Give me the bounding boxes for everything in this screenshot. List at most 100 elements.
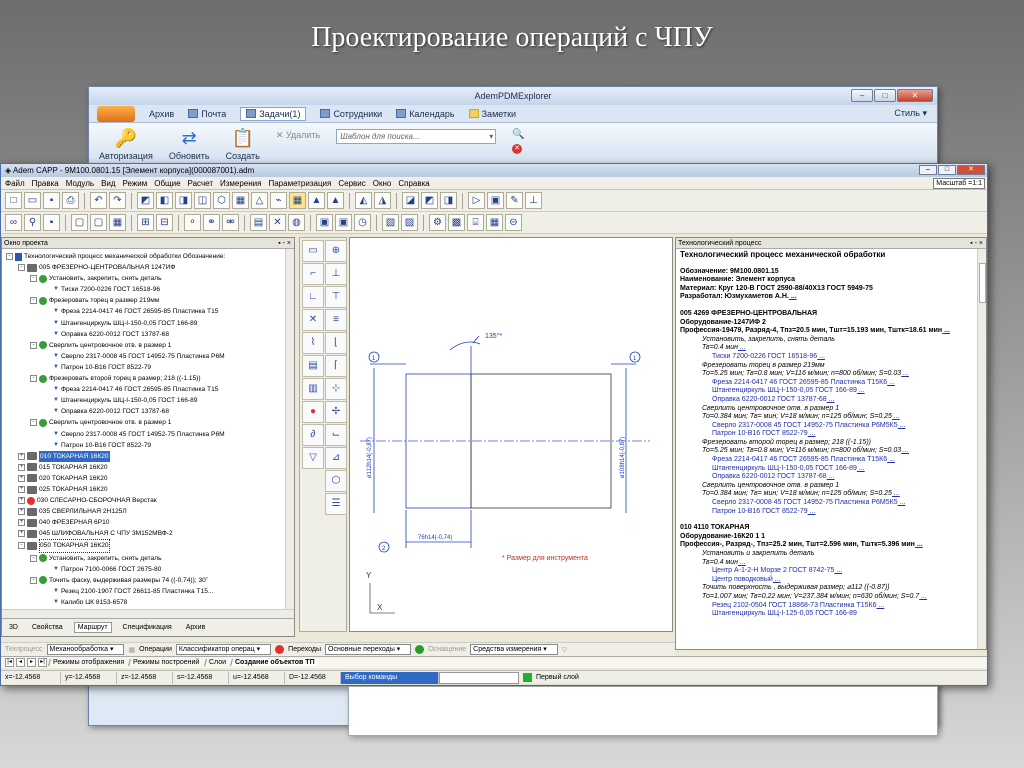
expand-icon[interactable]: +: [18, 530, 25, 538]
ops-stop-icon[interactable]: [275, 645, 285, 654]
tech-scrollbar[interactable]: [977, 249, 986, 649]
tool-x-icon[interactable]: ⊞: [137, 214, 154, 231]
tool-o-icon[interactable]: ▷: [468, 192, 485, 209]
tool-l-icon[interactable]: ◪: [402, 192, 419, 209]
tool-am-icon[interactable]: ⌸: [467, 214, 484, 231]
tree-item[interactable]: ▼ Калибр ЦК 8153-6578: [4, 597, 294, 604]
ops-combo[interactable]: Классификатор операц ▾: [175, 644, 272, 655]
tree-item[interactable]: - Сверлить центровочное отв. в размер 1: [4, 340, 294, 351]
tool-side-a-icon[interactable]: ▥: [302, 378, 324, 400]
tool-v-icon[interactable]: ▢: [90, 214, 107, 231]
tool-aa-icon[interactable]: ⚭: [203, 214, 220, 231]
tree-item[interactable]: +010 ТОКАРНАЯ 16К20: [4, 450, 294, 462]
tree-item[interactable]: ▼ Тиски 7200-0226 ГОСТ 16518-96: [4, 284, 294, 295]
details-link[interactable]: ...: [901, 370, 909, 377]
tool-m-icon[interactable]: ◩: [421, 192, 438, 209]
expand-icon[interactable]: +: [18, 497, 25, 505]
minimize-button[interactable]: –: [851, 89, 873, 102]
tab-archive[interactable]: Архив: [183, 623, 209, 632]
details-link[interactable]: ...: [898, 422, 906, 429]
tree-item[interactable]: ▼ Резец 2100-1907 ГОСТ 26611-85 Пластинка…: [4, 586, 294, 597]
tool-p-icon[interactable]: ▣: [487, 192, 504, 209]
minimize-button[interactable]: –: [919, 165, 937, 175]
tool-ao-icon[interactable]: ⊖: [505, 214, 522, 231]
menu-window[interactable]: Окно: [373, 177, 392, 189]
collapse-icon[interactable]: -: [30, 375, 37, 383]
tree-item[interactable]: ▼ Фреза 2214-0417 46 ГОСТ 26595-85 Пласти…: [4, 384, 294, 395]
tree-item[interactable]: - 005 ФРЕЗЕРНО-ЦЕНТРОВАЛЬНАЯ 1247ИФ: [4, 262, 294, 273]
menu-service[interactable]: Сервис: [338, 177, 365, 189]
next-tab-button[interactable]: ▸: [27, 658, 36, 667]
grid-icon[interactable]: ▦: [289, 192, 306, 209]
new-file-icon[interactable]: □: [5, 192, 22, 209]
menu-calc[interactable]: Расчет: [188, 177, 213, 189]
tool-u-icon[interactable]: ▢: [71, 214, 88, 231]
expand-icon[interactable]: +: [18, 519, 25, 527]
tool-j-icon[interactable]: ◭: [355, 192, 372, 209]
first-tab-button[interactable]: |◂: [5, 658, 14, 667]
close-button[interactable]: ✕: [897, 89, 933, 102]
details-link[interactable]: ...: [827, 473, 835, 480]
tool-side-h-icon[interactable]: ☰: [325, 493, 347, 515]
open-file-icon[interactable]: ▭: [24, 192, 41, 209]
tool-b-icon[interactable]: ◧: [156, 192, 173, 209]
search-icon[interactable]: 🔍: [512, 129, 524, 140]
filter-icon[interactable]: ▽: [562, 646, 567, 654]
collapse-icon[interactable]: -: [18, 542, 25, 550]
tab-employees[interactable]: Сотрудники: [320, 109, 382, 119]
save-icon[interactable]: ▪: [43, 192, 60, 209]
collapse-icon[interactable]: -: [30, 275, 37, 283]
details-link[interactable]: ...: [773, 576, 781, 583]
menu-help[interactable]: Справка: [398, 177, 429, 189]
select-icon[interactable]: ▭: [302, 240, 324, 262]
funnel-icon[interactable]: ▽: [302, 447, 324, 469]
command-input[interactable]: [439, 671, 519, 684]
tree-item[interactable]: ▼ Оправка 6220-0012 ГОСТ 13787-68: [4, 329, 294, 340]
tool-al-icon[interactable]: ▩: [448, 214, 465, 231]
tab-calendar[interactable]: Календарь: [396, 109, 455, 119]
clear-search-icon[interactable]: ✕: [512, 144, 523, 154]
trans-go-icon[interactable]: [415, 645, 425, 654]
tree-item[interactable]: +040 ФРЕЗЕРНАЯ 6Р10: [4, 517, 294, 528]
tree-item[interactable]: ▼ Сверло 2317-0008 45 ГОСТ 14952-75 Пласт…: [4, 429, 294, 440]
maximize-button[interactable]: □: [938, 165, 956, 175]
tool-d-icon[interactable]: ◫: [194, 192, 211, 209]
tree-item[interactable]: - 050 ТОКАРНАЯ 16К20: [4, 539, 294, 553]
tree-item[interactable]: +025 ТОКАРНАЯ 16К20: [4, 484, 294, 495]
details-link[interactable]: ...: [817, 353, 825, 360]
tool-k-icon[interactable]: ◮: [374, 192, 391, 209]
collapse-icon[interactable]: -: [30, 419, 37, 427]
details-link[interactable]: ...: [942, 327, 950, 334]
tree-item[interactable]: - Фрезеровать второй торец в размер; 218 …: [4, 373, 294, 384]
stop-icon[interactable]: ●: [302, 401, 324, 423]
close-button[interactable]: ✕: [957, 165, 985, 175]
tab-build-modes[interactable]: Режимы построений: [128, 659, 204, 666]
print-icon[interactable]: ⎙: [62, 192, 79, 209]
tool-ai-icon[interactable]: ▧: [382, 214, 399, 231]
tab-display-modes[interactable]: Режимы отображения: [48, 659, 129, 666]
menu-param[interactable]: Параметризация: [268, 177, 331, 189]
glasses-icon[interactable]: ∞: [5, 214, 22, 231]
expand-icon[interactable]: +: [18, 508, 25, 516]
tool-aj-icon[interactable]: ▨: [401, 214, 418, 231]
tree-item[interactable]: +020 ТОКАРНАЯ 16К20: [4, 473, 294, 484]
tab-route[interactable]: Маршрут: [73, 622, 112, 633]
tree-item[interactable]: ▼ Сверло 2317-0008 45 ГОСТ 14952-75 Пласт…: [4, 351, 294, 362]
cube-icon[interactable]: ⬡: [213, 192, 230, 209]
details-link[interactable]: ...: [738, 344, 746, 351]
collapse-icon[interactable]: -: [18, 264, 25, 272]
tab-properties[interactable]: Свойства: [29, 623, 66, 632]
tree-item[interactable]: - Установить, закрепить, снять деталь: [4, 553, 294, 564]
collapse-icon[interactable]: -: [30, 576, 37, 584]
tab-3d[interactable]: 3D: [6, 623, 21, 632]
tab-tasks[interactable]: Задачи(1): [240, 106, 307, 121]
details-link[interactable]: ...: [892, 490, 900, 497]
menu-module[interactable]: Модуль: [66, 177, 94, 189]
tool-side-f-icon[interactable]: ⊿: [325, 447, 347, 469]
tree-item[interactable]: - Установить, закрепить, снять деталь: [4, 273, 294, 284]
details-link[interactable]: ...: [857, 387, 865, 394]
tool-ae-icon[interactable]: ◍: [288, 214, 305, 231]
tab-notes[interactable]: Заметки: [468, 109, 516, 119]
details-link[interactable]: ...: [738, 559, 746, 566]
tool-r-icon[interactable]: ⊥: [525, 192, 542, 209]
